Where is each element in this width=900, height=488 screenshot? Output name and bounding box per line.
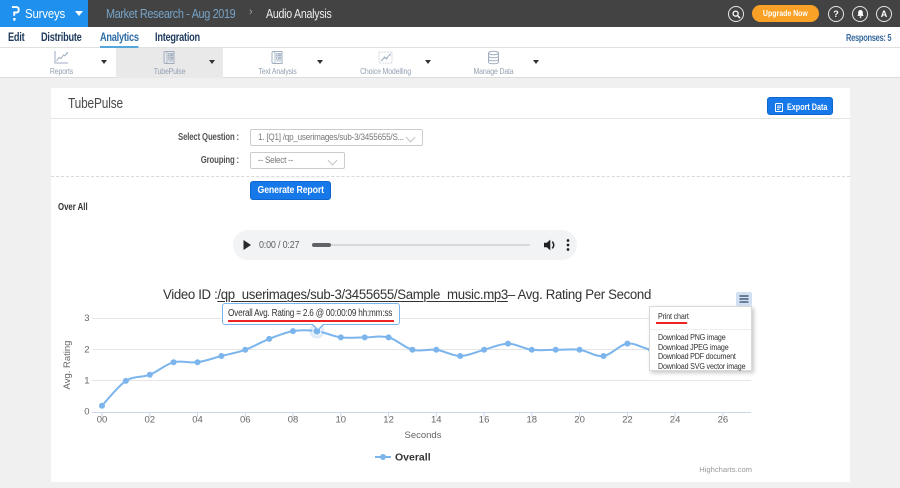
svg-text:1: 1 xyxy=(84,375,89,386)
svg-text:02: 02 xyxy=(145,415,156,426)
svg-text:08: 08 xyxy=(288,415,299,426)
svg-text:00: 00 xyxy=(97,415,108,426)
svg-text:18: 18 xyxy=(527,415,538,426)
svg-text:06: 06 xyxy=(240,415,251,426)
svg-text:20: 20 xyxy=(574,415,585,426)
svg-text:12: 12 xyxy=(383,415,394,426)
svg-text:0: 0 xyxy=(84,407,89,418)
svg-text:3: 3 xyxy=(84,313,89,324)
svg-text:2: 2 xyxy=(84,344,89,355)
svg-text:04: 04 xyxy=(192,415,203,426)
svg-text:26: 26 xyxy=(718,415,729,426)
svg-text:22: 22 xyxy=(622,415,633,426)
svg-text:Avg. Rating: Avg. Rating xyxy=(62,341,73,390)
svg-text:14: 14 xyxy=(431,415,442,426)
svg-text:10: 10 xyxy=(336,415,347,426)
svg-text:16: 16 xyxy=(479,415,490,426)
svg-text:24: 24 xyxy=(670,415,681,426)
svg-text:Highcharts.com: Highcharts.com xyxy=(699,465,752,474)
svg-text:Overall: Overall xyxy=(395,452,431,464)
svg-text:Seconds: Seconds xyxy=(405,430,442,441)
